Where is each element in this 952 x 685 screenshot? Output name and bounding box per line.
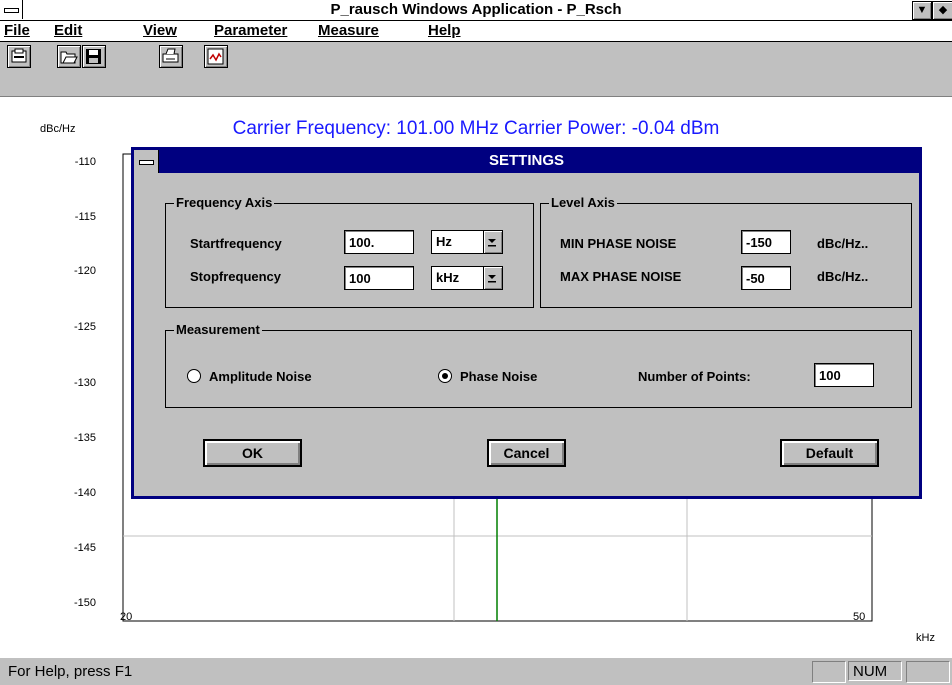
default-button[interactable]: Default <box>780 439 879 467</box>
stopfrequency-unit-select[interactable]: kHz <box>431 266 503 290</box>
frequency-axis-group: Frequency Axis Startfrequency 100. Hz St… <box>165 195 534 308</box>
dialog-titlebar[interactable]: SETTINGS <box>134 150 919 173</box>
status-help-text: For Help, press F1 <box>8 663 133 680</box>
level-axis-label: Level Axis <box>549 195 617 211</box>
amplitude-noise-radio[interactable] <box>187 369 201 383</box>
radio-selected-dot <box>442 373 448 379</box>
status-panel-empty <box>906 661 950 683</box>
stopfrequency-unit-value: kHz <box>436 270 460 285</box>
status-panel-empty <box>812 661 846 683</box>
min-phase-noise-unit: dBc/Hz.. <box>817 236 869 251</box>
max-phase-noise-label: MAX PHASE NOISE <box>560 269 682 284</box>
measurement-group: Measurement Amplitude Noise Phase Noise … <box>165 322 912 408</box>
chevron-down-icon <box>488 239 496 247</box>
dialog-title: SETTINGS <box>488 152 564 169</box>
number-of-points-input[interactable]: 100 <box>814 363 874 387</box>
phase-noise-label: Phase Noise <box>460 369 538 384</box>
frequency-axis-label: Frequency Axis <box>174 195 275 211</box>
startfrequency-label: Startfrequency <box>190 236 282 251</box>
min-phase-noise-label: MIN PHASE NOISE <box>560 236 677 251</box>
settings-dialog: SETTINGS Frequency Axis Startfrequency 1… <box>131 147 922 499</box>
startfrequency-input[interactable]: 100. <box>344 230 414 254</box>
min-phase-noise-input[interactable]: -150 <box>741 230 791 254</box>
status-bar: For Help, press F1 NUM <box>0 657 952 685</box>
dropdown-arrow-icon[interactable] <box>483 231 502 253</box>
cancel-button[interactable]: Cancel <box>487 439 566 467</box>
x-axis-unit: kHz <box>916 632 935 644</box>
startfrequency-unit-value: Hz <box>436 234 452 249</box>
level-axis-group: Level Axis MIN PHASE NOISE -150 dBc/Hz..… <box>540 195 912 308</box>
max-phase-noise-unit: dBc/Hz.. <box>817 269 869 284</box>
amplitude-noise-label: Amplitude Noise <box>209 369 312 384</box>
number-of-points-label: Number of Points: <box>638 369 751 384</box>
chevron-down-icon <box>488 275 496 283</box>
max-phase-noise-input[interactable]: -50 <box>741 266 791 290</box>
measurement-label: Measurement <box>174 322 262 338</box>
startfrequency-unit-select[interactable]: Hz <box>431 230 503 254</box>
dropdown-arrow-icon[interactable] <box>483 267 502 289</box>
x-tick-end: 50 <box>853 611 866 623</box>
x-tick-start: 20 <box>120 611 133 623</box>
status-num-indicator: NUM <box>848 661 902 681</box>
ok-button[interactable]: OK <box>203 439 302 467</box>
phase-noise-radio[interactable] <box>438 369 452 383</box>
stopfrequency-label: Stopfrequency <box>190 269 282 284</box>
stopfrequency-input[interactable]: 100 <box>344 266 414 290</box>
